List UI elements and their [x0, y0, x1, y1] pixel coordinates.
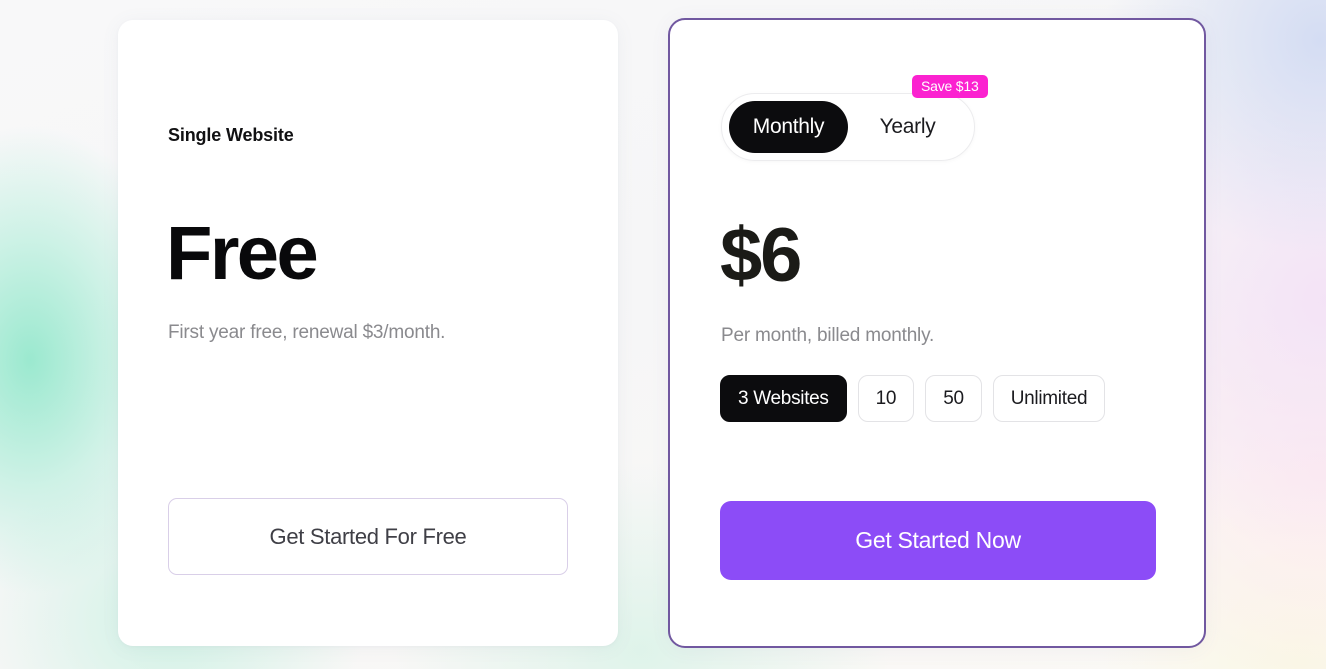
get-started-for-free-button[interactable]: Get Started For Free — [168, 498, 568, 575]
pricing-card-pro: Save $13 Monthly Yearly $6 Per month, bi… — [668, 18, 1206, 648]
plan-price-free: Free — [166, 211, 319, 296]
pricing-card-free-body: Single Website Free First year free, ren… — [118, 20, 618, 646]
save-badge: Save $13 — [912, 75, 988, 98]
tier-option-unlimited[interactable]: Unlimited — [992, 375, 1106, 422]
get-started-now-button[interactable]: Get Started Now — [720, 501, 1156, 580]
billing-period-toggle[interactable]: Monthly Yearly — [721, 93, 975, 161]
plan-name-free: Single Website — [168, 125, 294, 145]
plan-note-free: First year free, renewal $3/month. — [168, 322, 446, 343]
plan-note-pro: Per month, billed monthly. — [721, 325, 935, 346]
website-count-selector: 3 Websites 10 50 Unlimited — [720, 375, 1106, 422]
pricing-card-free: Single Website Free First year free, ren… — [118, 20, 618, 646]
tier-option-10[interactable]: 10 — [857, 375, 915, 422]
plan-price-pro: $6 — [720, 213, 802, 298]
tier-option-3-websites[interactable]: 3 Websites — [720, 375, 847, 422]
pricing-card-pro-body: Save $13 Monthly Yearly $6 Per month, bi… — [670, 20, 1204, 646]
pricing-plans-container: Single Website Free First year free, ren… — [0, 0, 1326, 669]
billing-toggle-monthly[interactable]: Monthly — [729, 101, 848, 153]
billing-toggle-yearly[interactable]: Yearly — [848, 101, 967, 153]
tier-option-50[interactable]: 50 — [925, 375, 982, 422]
